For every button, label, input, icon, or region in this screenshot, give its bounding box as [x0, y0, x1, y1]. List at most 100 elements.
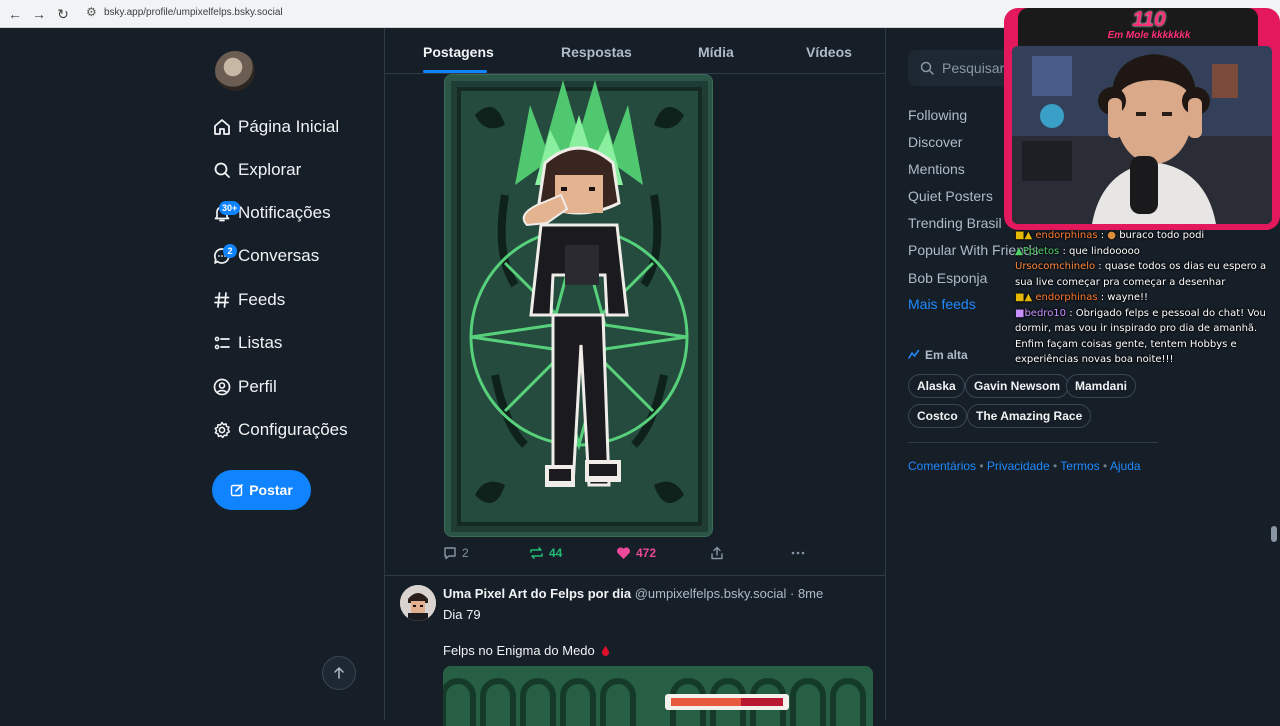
feed-link-following[interactable]: Following [908, 107, 967, 123]
feed-link-mentions[interactable]: Mentions [908, 161, 965, 177]
trending-topic-chip[interactable]: Costco [908, 404, 967, 428]
trending-topic-chip[interactable]: The Amazing Race [967, 404, 1092, 428]
nav-profile[interactable]: Perfil [212, 372, 277, 402]
share-button[interactable] [710, 546, 724, 560]
blood-drop-icon [602, 645, 610, 656]
chat-message: ▲Ppietos : que lindooooo [1015, 245, 1140, 257]
tab-replies[interactable]: Respostas [561, 44, 632, 60]
page-scrollbar-thumb[interactable] [1271, 526, 1277, 542]
nav-feeds[interactable]: Feeds [212, 285, 285, 315]
footer-links: Comentários • Privacidade • Termos • Aju… [908, 459, 1141, 473]
nav-lists[interactable]: Listas [212, 328, 282, 358]
post-divider [385, 575, 885, 576]
trending-topic-chip[interactable]: Gavin Newsom [965, 374, 1070, 398]
forward-arrow-icon[interactable]: → [30, 5, 48, 23]
post-image[interactable] [443, 666, 873, 726]
chat-username: endorphinas [1035, 292, 1098, 303]
chat-text: wayne!! [1107, 292, 1149, 303]
edit-icon [231, 484, 244, 497]
chat-badge: 2 [223, 244, 237, 258]
post-time: · 8me [790, 586, 824, 601]
reload-icon[interactable]: ↻ [54, 5, 72, 23]
home-icon [214, 119, 230, 135]
chat-username: endorphinas [1035, 230, 1098, 241]
overlay-banner: 110 Em Mole kkkkkkk [1018, 8, 1258, 48]
chat-username: bedro10 [1024, 307, 1067, 319]
nav-lists-label: Listas [238, 333, 283, 352]
stream-webcam-overlay: 110 Em Mole kkkkkkk [1004, 8, 1280, 230]
footer-link-feedback[interactable]: Comentários [908, 459, 976, 473]
nav-chat-label: Conversas [238, 246, 320, 265]
nav-home-label: Página Inicial [238, 117, 340, 136]
notifications-badge: 30+ [219, 201, 241, 215]
active-tab-indicator [423, 70, 487, 73]
nav-settings[interactable]: Configurações [212, 415, 348, 445]
overlay-subtitle: Em Mole kkkkkkk [1107, 30, 1191, 41]
trending-header: Em alta [908, 348, 968, 362]
tab-posts[interactable]: Postagens [423, 44, 494, 60]
search-icon [214, 162, 230, 178]
feed-link-trending-brasil[interactable]: Trending Brasil [908, 215, 1002, 231]
chat-message: Ursocomchinelo : quase todos os dias eu … [1015, 261, 1267, 288]
chat-message: ■bedro10 : Obrigado felps e pessoal do c… [1015, 307, 1266, 366]
trending-topic-chip[interactable]: Alaska [908, 374, 965, 398]
address-bar[interactable]: ⚙ bsky.app/profile/umpixelfelps.bsky.soc… [80, 3, 1020, 25]
trending-title: Em alta [925, 348, 968, 362]
webcam-feed [1012, 46, 1272, 224]
user-circle-icon [213, 378, 231, 396]
stream-chat: ■▲ endorphinas : ● buraco todo podi ▲Ppi… [1015, 228, 1277, 368]
feed-link-quiet-posters[interactable]: Quiet Posters [908, 188, 993, 204]
footer-link-privacy[interactable]: Privacidade [987, 459, 1050, 473]
footer-link-help[interactable]: Ajuda [1110, 459, 1141, 473]
search-placeholder: Pesquisar [942, 60, 1005, 76]
tab-videos[interactable]: Vídeos [806, 44, 852, 60]
author-name[interactable]: Uma Pixel Art do Felps por dia [443, 586, 631, 601]
my-avatar[interactable] [215, 51, 255, 91]
nav-feeds-label: Feeds [238, 290, 286, 309]
repost-count: 44 [549, 546, 563, 560]
repost-icon [530, 547, 543, 559]
back-arrow-icon[interactable]: ← [6, 5, 24, 23]
more-feeds-link[interactable]: Mais feeds [908, 296, 976, 312]
list-icon [214, 336, 230, 350]
nav-explore[interactable]: Explorar [212, 155, 301, 185]
feed-link-discover[interactable]: Discover [908, 134, 962, 150]
post-header: Uma Pixel Art do Felps por dia @umpixelf… [443, 586, 823, 601]
post-text: Felps no Enigma do Medo [443, 643, 595, 658]
reply-count: 2 [462, 546, 469, 560]
chat-text: buraco todo podi [1119, 230, 1205, 241]
trending-icon [908, 349, 920, 359]
like-button[interactable]: 472 [616, 546, 656, 560]
feed-link-bob-esponja[interactable]: Bob Esponja [908, 270, 987, 286]
chat-badge-icon: ■▲ [1015, 292, 1036, 303]
post-text-line: Dia 79 [443, 607, 481, 622]
profile-feed: Postagens Respostas Mídia Vídeos 2 44 47… [322, 28, 886, 726]
heart-icon [617, 547, 630, 559]
post-text-line: Felps no Enigma do Medo [443, 643, 610, 658]
site-info-icon[interactable]: ⚙ [86, 5, 97, 19]
footer-link-terms[interactable]: Termos [1060, 459, 1099, 473]
pixel-avatar-illustration [400, 585, 436, 621]
ellipsis-icon [791, 551, 805, 555]
author-avatar[interactable] [400, 585, 436, 621]
share-icon [711, 546, 723, 560]
nav-settings-label: Configurações [238, 420, 348, 439]
author-handle[interactable]: @umpixelfelps.bsky.social [635, 586, 787, 601]
repost-button[interactable]: 44 [529, 546, 562, 560]
chat-username: Ursocomchinelo [1015, 261, 1096, 272]
compose-post-button[interactable]: Postar [212, 470, 311, 510]
gear-icon [214, 421, 231, 439]
scroll-to-top-button[interactable] [322, 656, 356, 690]
nav-notifications-label: Notificações [238, 203, 331, 222]
trending-topic-chip[interactable]: Mamdani [1066, 374, 1137, 398]
profile-tabs: Postagens Respostas Mídia Vídeos [385, 28, 885, 74]
more-options-button[interactable] [790, 546, 806, 560]
pixel-art-illustration [445, 75, 712, 536]
chat-text: que lindooooo [1069, 245, 1140, 257]
reply-button[interactable]: 2 [443, 546, 469, 560]
tab-media[interactable]: Mídia [698, 44, 734, 60]
nav-home[interactable]: Página Inicial [212, 112, 339, 142]
post-image[interactable] [444, 74, 713, 537]
hashtag-icon [214, 292, 230, 308]
search-icon [920, 61, 934, 75]
